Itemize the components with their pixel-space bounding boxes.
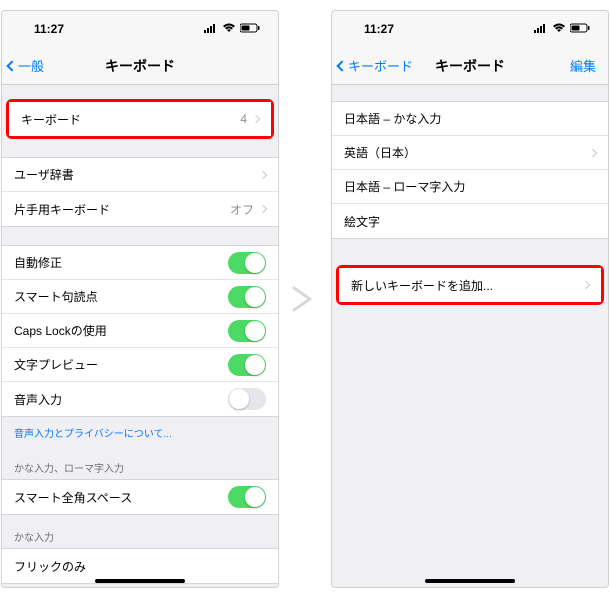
row-label: 英語（日本） (344, 144, 590, 161)
smart-fullwidth-row: スマート全角スペース (2, 480, 278, 514)
keyboards-row[interactable]: キーボード 4 (9, 102, 271, 136)
row-label: スマート句読点 (14, 288, 228, 305)
chevron-left-icon (6, 60, 17, 71)
section-header-english: 英語 (2, 584, 278, 587)
back-label: 一般 (18, 56, 44, 75)
installed-keyboards-group: 日本語 – かな入力 英語（日本） 日本語 – ローマ字入力 絵文字 (332, 101, 608, 239)
row-label: 自動修正 (14, 254, 228, 271)
row-label: 新しいキーボードを追加... (351, 277, 583, 294)
auto-correct-toggle[interactable] (228, 252, 266, 274)
signal-icon (204, 22, 218, 36)
back-label: キーボード (348, 56, 413, 75)
status-icons (204, 22, 260, 36)
row-label: ユーザ辞書 (14, 166, 260, 183)
smart-fullwidth-toggle[interactable] (228, 486, 266, 508)
smart-punct-toggle[interactable] (228, 286, 266, 308)
row-value: オフ (230, 201, 254, 218)
row-label: 音声入力 (14, 391, 228, 408)
home-indicator (95, 579, 185, 583)
nav-bar: 一般 キーボード (2, 47, 278, 85)
arrow-right-icon (291, 283, 319, 315)
keyboards-row-highlight: キーボード 4 (6, 99, 274, 139)
add-keyboard-highlight: 新しいキーボードを追加... (336, 265, 604, 305)
home-indicator (425, 579, 515, 583)
wifi-icon (552, 22, 566, 36)
signal-icon (534, 22, 548, 36)
keyboard-item[interactable]: 日本語 – かな入力 (332, 102, 608, 136)
add-keyboard-row[interactable]: 新しいキーボードを追加... (339, 268, 601, 302)
status-bar: 11:27 (332, 11, 608, 47)
group-toggles: 自動修正 スマート句読点 Caps Lockの使用 文字プレビュー 音声入力 (2, 245, 278, 417)
phone-left: 11:27 一般 キーボード キーボード 4 (1, 10, 279, 588)
battery-icon (240, 22, 260, 36)
row-label: 絵文字 (344, 213, 596, 230)
settings-list: キーボード 4 ユーザ辞書 片手用キーボード オフ 自動修正 スマート句読点 (2, 85, 278, 587)
keyboard-item[interactable]: 日本語 – ローマ字入力 (332, 170, 608, 204)
row-label: 日本語 – ローマ字入力 (344, 178, 596, 195)
char-preview-row: 文字プレビュー (2, 348, 278, 382)
section-header-kana: かな入力 (2, 515, 278, 548)
char-preview-toggle[interactable] (228, 354, 266, 376)
chevron-right-icon (259, 170, 267, 178)
group-fullwidth: スマート全角スペース (2, 479, 278, 515)
status-icons (534, 22, 590, 36)
back-button[interactable]: 一般 (8, 56, 44, 75)
dictation-toggle[interactable] (228, 388, 266, 410)
back-button[interactable]: キーボード (338, 56, 413, 75)
row-label: 日本語 – かな入力 (344, 110, 596, 127)
row-label: Caps Lockの使用 (14, 322, 228, 339)
status-time: 11:27 (364, 22, 394, 36)
section-header-kana-romaji: かな入力、ローマ字入力 (2, 446, 278, 479)
one-handed-row[interactable]: 片手用キーボード オフ (2, 192, 278, 226)
chevron-right-icon (589, 148, 597, 156)
row-label: 片手用キーボード (14, 201, 230, 218)
caps-lock-row: Caps Lockの使用 (2, 314, 278, 348)
status-bar: 11:27 (2, 11, 278, 47)
row-label: 文字プレビュー (14, 356, 228, 373)
phone-right: 11:27 キーボード キーボード 編集 日本語 – かな入力 英語（ (331, 10, 609, 588)
edit-button[interactable]: 編集 (570, 56, 596, 75)
caps-lock-toggle[interactable] (228, 320, 266, 342)
keyboard-item[interactable]: 英語（日本） (332, 136, 608, 170)
chevron-left-icon (336, 60, 347, 71)
row-label: スマート全角スペース (14, 489, 228, 506)
chevron-right-icon (259, 205, 267, 213)
page-title: キーボード (105, 56, 175, 76)
wifi-icon (222, 22, 236, 36)
nav-bar: キーボード キーボード 編集 (332, 47, 608, 85)
smart-punct-row: スマート句読点 (2, 280, 278, 314)
battery-icon (570, 22, 590, 36)
row-label: フリックのみ (14, 558, 266, 575)
flick-only-row: フリックのみ (2, 549, 278, 583)
dictation-row: 音声入力 (2, 382, 278, 416)
row-value: 4 (240, 112, 247, 126)
page-title: キーボード (435, 56, 505, 76)
status-time: 11:27 (34, 22, 64, 36)
auto-correct-row: 自動修正 (2, 246, 278, 280)
group-dict: ユーザ辞書 片手用キーボード オフ (2, 157, 278, 227)
row-label: キーボード (21, 111, 240, 128)
user-dictionary-row[interactable]: ユーザ辞書 (2, 158, 278, 192)
dictation-privacy-link[interactable]: 音声入力とプライバシーについて... (2, 417, 278, 446)
chevron-right-icon (252, 115, 260, 123)
keyboard-list: 日本語 – かな入力 英語（日本） 日本語 – ローマ字入力 絵文字 新しいキー… (332, 85, 608, 587)
chevron-right-icon (582, 281, 590, 289)
keyboard-item[interactable]: 絵文字 (332, 204, 608, 238)
